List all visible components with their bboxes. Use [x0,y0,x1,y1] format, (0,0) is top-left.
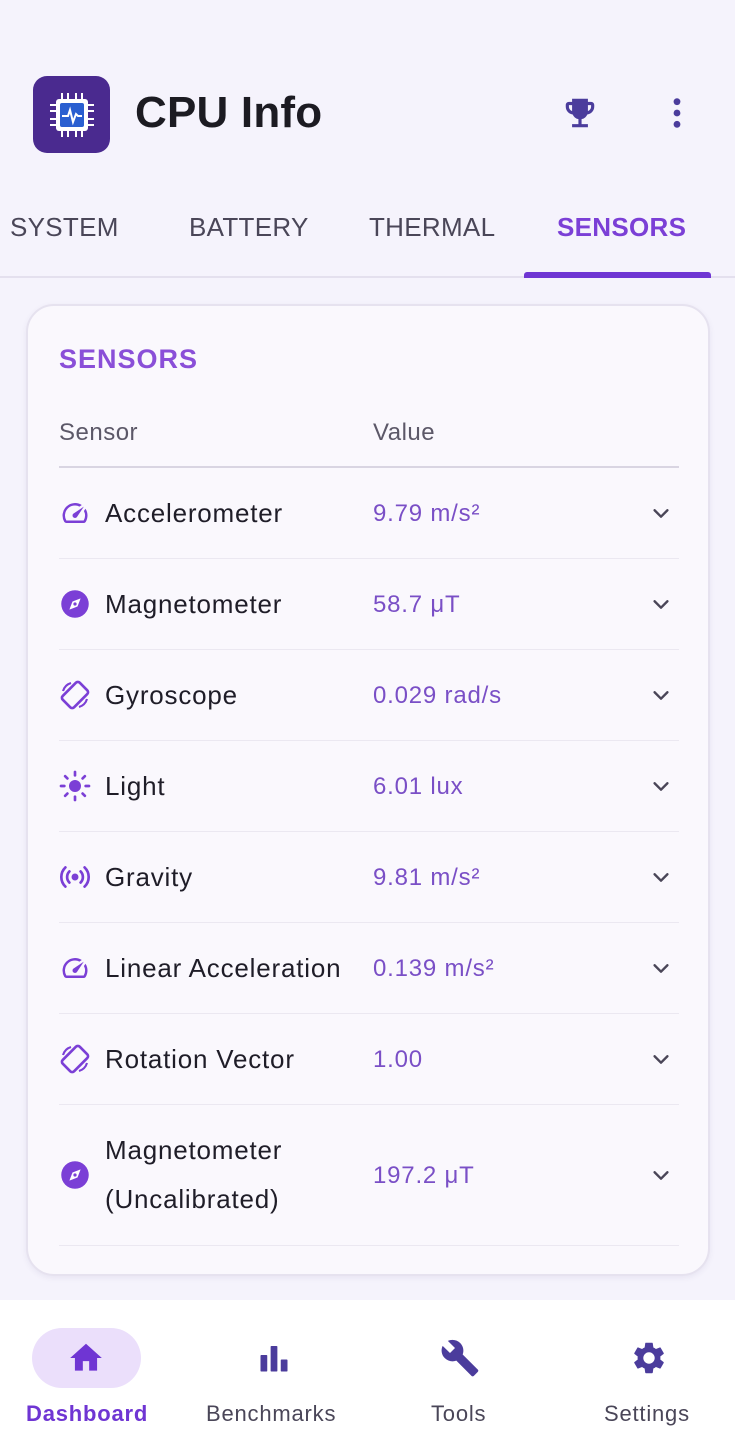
sensors-icon [59,861,91,893]
sensor-name: Gravity [105,862,193,892]
sensor-row-accelerometer[interactable]: Accelerometer 9.79 m/s² [59,468,679,559]
tab-system[interactable]: SYSTEM [10,212,119,252]
nav-label-settings: Settings [604,1401,690,1426]
sensor-name: Accelerometer [105,498,284,528]
gear-icon [629,1338,669,1378]
nav-label-dashboard: Dashboard [26,1401,149,1426]
active-tab-indicator [524,272,711,278]
trophy-button[interactable] [555,88,605,138]
app-header: CPU Info [0,0,735,190]
sensor-name: Linear Acceleration [105,953,342,983]
nav-tools[interactable]: Tools [368,1300,552,1456]
sensors-card: SENSORS Sensor Value Accelerometer 9.79 … [26,304,710,1276]
sensor-row-gravity[interactable]: Gravity 9.81 m/s² [59,832,679,923]
sensor-value: 1.00 [373,1046,423,1073]
tab-bar: SYSTEM BATTERY THERMAL SENSORS [0,190,735,278]
sensor-value: 197.2 μT [373,1162,475,1189]
more-options-button[interactable] [652,88,702,138]
nav-label-tools: Tools [431,1401,487,1426]
sensor-name: Magnetometer [105,589,283,619]
sensor-value: 6.01 lux [373,773,464,800]
tab-sensors[interactable]: SENSORS [557,212,686,252]
chevron-down-icon[interactable] [649,956,673,980]
screen-rotation-icon [59,679,91,711]
sensor-name: Light [105,771,166,801]
compass-icon [59,1159,91,1191]
cpu-chip-icon [49,92,94,137]
nav-dashboard[interactable]: Dashboard [0,1300,184,1456]
compass-icon [59,588,91,620]
sun-icon [59,770,91,802]
chevron-down-icon[interactable] [649,1047,673,1071]
chevron-down-icon[interactable] [649,1163,673,1187]
sensor-value: 0.029 rad/s [373,682,502,709]
column-header-value: Value [373,419,436,446]
column-header-sensor: Sensor [59,419,139,446]
sensor-row-rotation-vector[interactable]: Rotation Vector 1.00 [59,1014,679,1105]
trophy-icon [565,98,595,128]
more-vert-icon [673,98,681,128]
sensor-name: Magnetometer [105,1135,283,1165]
sensor-name-line2: (Uncalibrated) [105,1184,280,1214]
screen-rotation-icon [59,1043,91,1075]
chevron-down-icon[interactable] [649,683,673,707]
chevron-down-icon[interactable] [649,501,673,525]
nav-label-benchmarks: Benchmarks [206,1401,337,1426]
sensor-row-linear-acceleration[interactable]: Linear Acceleration 0.139 m/s² [59,923,679,1014]
card-title: SENSORS [59,344,199,374]
sensor-row-magnetometer-uncalibrated[interactable]: Magnetometer (Uncalibrated) 197.2 μT [59,1105,679,1246]
sensor-row-magnetometer[interactable]: Magnetometer 58.7 μT [59,559,679,650]
sensor-name: Rotation Vector [105,1044,295,1074]
chevron-down-icon[interactable] [649,592,673,616]
sensor-value: 0.139 m/s² [373,955,495,982]
sensor-name: Gyroscope [105,680,238,710]
chevron-down-icon[interactable] [649,774,673,798]
nav-benchmarks[interactable]: Benchmarks [184,1300,368,1456]
speedometer-icon [59,952,91,984]
sensor-value: 58.7 μT [373,591,461,618]
tab-thermal[interactable]: THERMAL [369,212,495,252]
tab-battery[interactable]: BATTERY [189,212,309,252]
bar-chart-icon [254,1338,294,1378]
sensor-value: 9.81 m/s² [373,864,481,891]
nav-settings[interactable]: Settings [552,1300,735,1456]
chevron-down-icon[interactable] [649,865,673,889]
home-icon [66,1338,106,1378]
speedometer-icon [59,497,91,529]
wrench-icon [440,1338,480,1378]
bottom-navigation: Dashboard Benchmarks Tools Settings [0,1300,735,1456]
app-logo [33,76,110,153]
app-title: CPU Info [135,88,323,137]
sensor-row-light[interactable]: Light 6.01 lux [59,741,679,832]
sensor-value: 9.79 m/s² [373,500,481,527]
sensor-row-gyroscope[interactable]: Gyroscope 0.029 rad/s [59,650,679,741]
